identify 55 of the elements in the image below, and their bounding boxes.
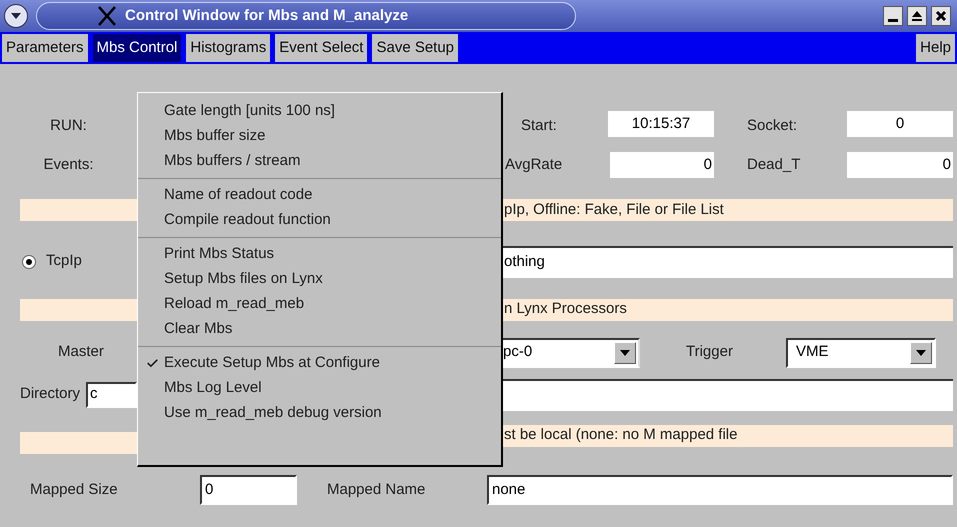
menu-option[interactable]: Gate length [units 100 ns] xyxy=(138,99,501,124)
master-select[interactable]: pc-0 xyxy=(503,338,640,368)
mapped-size-label: Mapped Size xyxy=(30,480,119,500)
radio-button[interactable] xyxy=(22,254,36,268)
minimize-button[interactable] xyxy=(883,6,903,26)
menu-option[interactable]: Print Mbs Status xyxy=(138,242,501,267)
maximize-button[interactable] xyxy=(907,6,927,26)
menu-item[interactable]: Event Select xyxy=(275,34,368,62)
menu-option[interactable]: Use m_read_meb debug version xyxy=(138,401,501,426)
socket-field: 0 xyxy=(847,111,953,137)
start-label: Start: xyxy=(521,116,558,136)
radio-label: TcpIp xyxy=(46,251,82,272)
avgrate-field: 0 xyxy=(610,152,714,178)
menu-option[interactable]: Compile readout function xyxy=(138,208,501,233)
trigger-label: Trigger xyxy=(686,342,734,362)
run-label: RUN: xyxy=(50,116,87,136)
dead-t-label: Dead_T xyxy=(747,154,802,175)
menu-item[interactable]: Mbs Control xyxy=(92,34,182,62)
mapped-hint: st be local (none: no M mapped file xyxy=(503,424,953,446)
menu-item[interactable]: Parameters xyxy=(2,34,88,62)
directory-field[interactable]: c xyxy=(86,382,137,408)
menu-item[interactable]: Histograms xyxy=(186,34,270,62)
menu-option[interactable]: Clear Mbs xyxy=(138,317,501,342)
directory-label: Directory xyxy=(20,384,80,404)
close-icon xyxy=(935,10,947,22)
mapped-name-field[interactable]: none xyxy=(487,475,953,505)
menu-item[interactable]: Save Setup xyxy=(372,34,458,62)
window-menu-button[interactable] xyxy=(4,4,28,28)
menu-option[interactable]: Mbs buffers / stream xyxy=(138,149,501,174)
menu-option[interactable]: Reload m_read_meb xyxy=(138,292,501,317)
trigger-select[interactable]: VME xyxy=(786,338,936,368)
close-button[interactable] xyxy=(931,6,951,26)
lynx-hint: n Lynx Processors xyxy=(503,298,953,320)
menu-option[interactable]: Execute Setup Mbs at Configure xyxy=(138,351,501,376)
menu-option[interactable]: Mbs Log Level xyxy=(138,376,501,401)
minimize-icon xyxy=(888,19,898,22)
mapped-name-label: Mapped Name xyxy=(327,480,426,500)
directory-field[interactable] xyxy=(503,378,953,410)
mapped-size-field[interactable]: 0 xyxy=(200,475,297,505)
menu-option[interactable]: Setup Mbs files on Lynx xyxy=(138,267,501,292)
maximize-icon xyxy=(911,10,923,22)
menu-option[interactable]: Name of readout code xyxy=(138,183,501,208)
window-title: Control Window for Mbs and M_analyze xyxy=(125,6,408,26)
socket-label: Socket: xyxy=(747,116,798,136)
dead-t-field: 0 xyxy=(847,152,953,178)
start-field: 10:15:37 xyxy=(608,111,714,137)
master-label: Master xyxy=(58,342,104,362)
mode-hint: pIp, Offline: Fake, File or File List xyxy=(503,199,953,221)
menu-item[interactable]: Help xyxy=(916,34,955,62)
avgrate-label: AvgRate xyxy=(505,154,564,175)
down-triangle-icon xyxy=(10,12,22,20)
events-label: Events: xyxy=(43,154,94,175)
menu-option[interactable]: Mbs buffer size xyxy=(138,124,501,149)
x-logo-icon xyxy=(97,6,117,26)
input-source-field[interactable]: othing xyxy=(503,246,953,278)
